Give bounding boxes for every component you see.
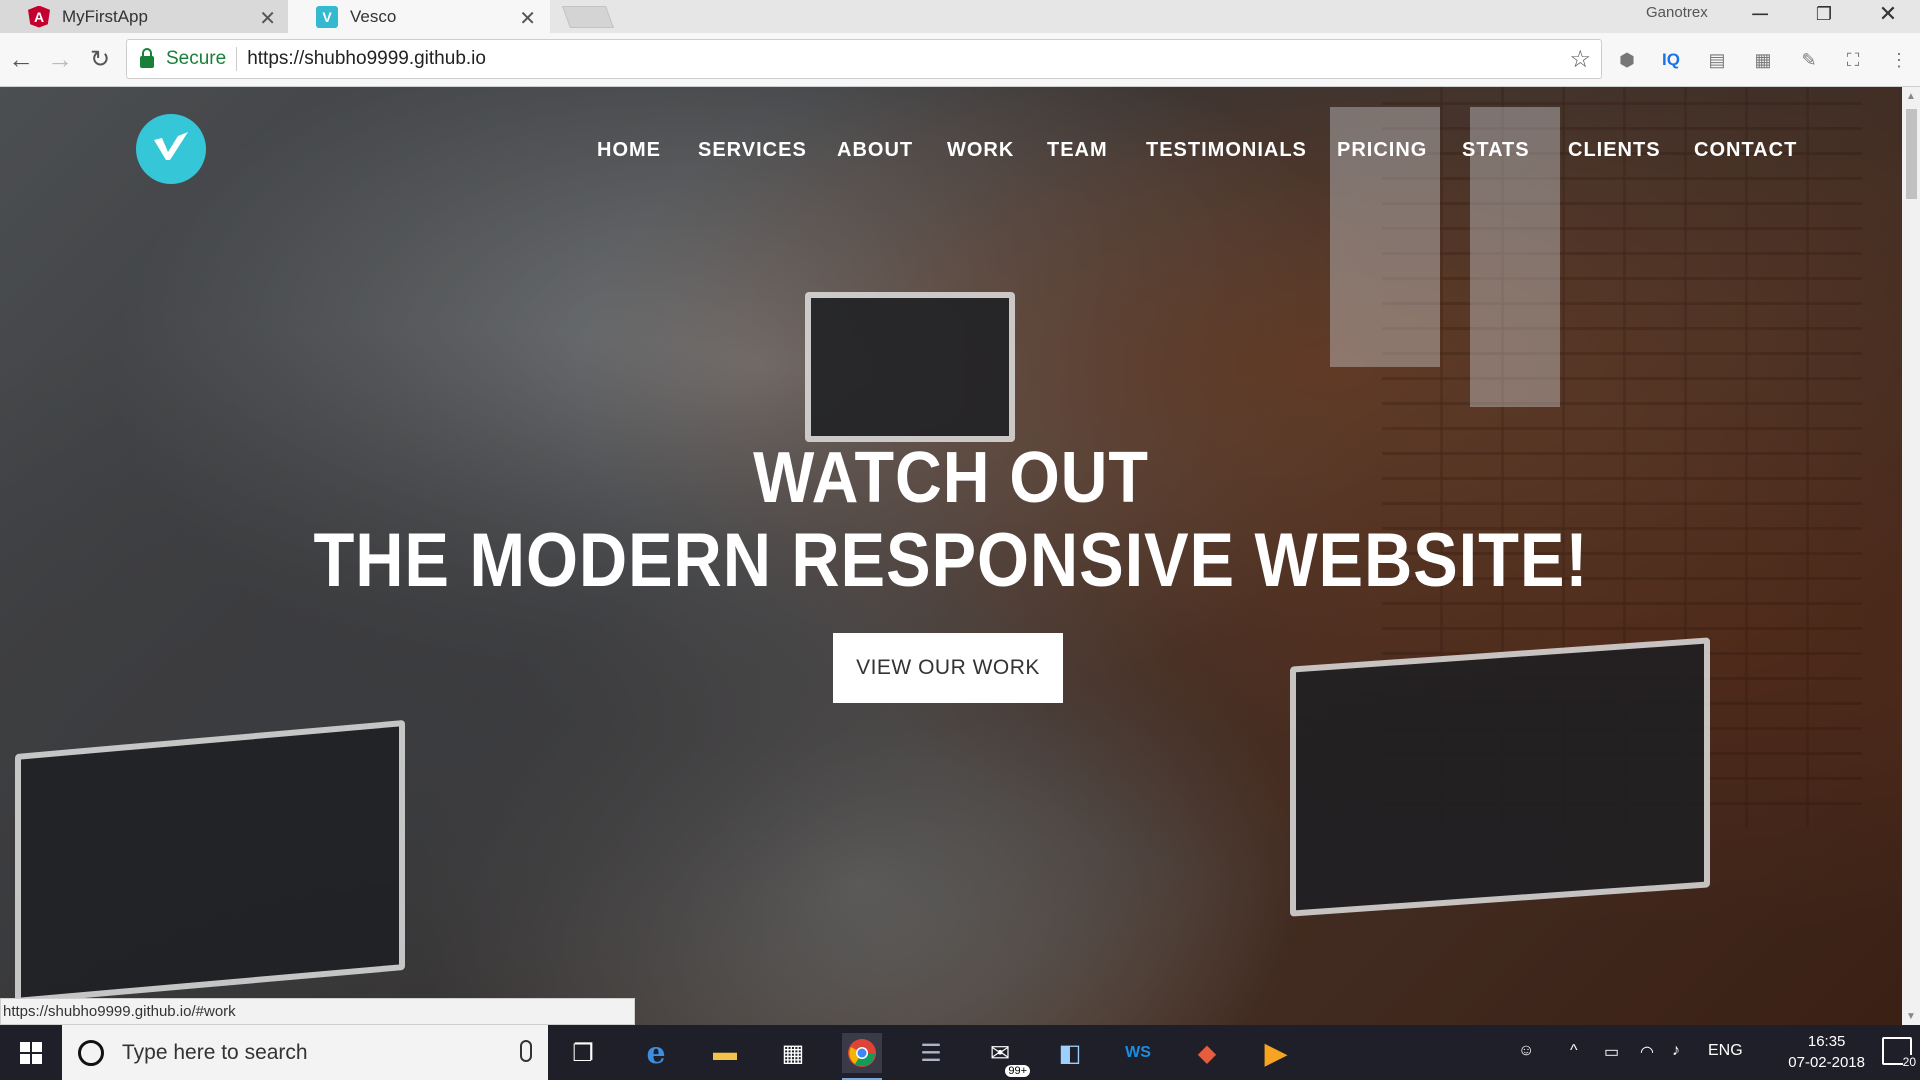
vesco-icon: V [316,5,338,28]
logo-mark-icon [154,132,188,160]
close-tab-icon[interactable]: ✕ [259,6,276,31]
tab-title: Vesco [350,6,397,26]
mail-badge: 99+ [1005,1065,1030,1077]
nav-clients[interactable]: CLIENTS [1568,139,1661,162]
screenshot-icon[interactable]: ⛶ [1840,47,1866,73]
windows-taskbar: Type here to search ❐ e ▬ ▦ ☰ ✉ 99+ ◧ WS… [0,1025,1920,1080]
tab-title: MyFirstApp [62,6,148,26]
action-center-icon[interactable]: 20 [1882,1037,1916,1069]
close-window-icon[interactable]: ✕ [1858,0,1918,28]
site-logo[interactable] [136,114,206,184]
reload-icon[interactable]: ↻ [85,44,115,74]
minimize-icon[interactable]: ─ [1730,0,1790,28]
mail-icon[interactable]: ✉ 99+ [980,1033,1030,1077]
notification-count: 20 [1902,1055,1916,1069]
extension-grid-icon[interactable]: ▦ [1750,47,1776,73]
battery-icon[interactable]: ▭ [1604,1042,1619,1062]
wifi-icon[interactable]: ◠ [1640,1042,1654,1062]
app-square-icon[interactable]: ◧ [1050,1033,1090,1073]
taskbar-search-box[interactable]: Type here to search [62,1025,548,1080]
taskbar-clock[interactable]: 16:35 07-02-2018 [1788,1031,1865,1073]
address-bar[interactable]: Secure https://shubho9999.github.io ☆ [126,39,1602,79]
nav-about[interactable]: ABOUT [837,139,913,162]
nav-home[interactable]: HOME [597,139,661,162]
hero-heading-line2: THE MODERN RESPONSIVE WEBSITE! [313,518,1589,603]
clock-time: 16:35 [1807,1033,1846,1050]
store-icon[interactable]: ▦ [773,1033,813,1073]
scroll-down-arrow-icon[interactable]: ▼ [1902,1007,1920,1025]
tab-myfirstapp[interactable]: A MyFirstApp ✕ [0,0,290,33]
page-viewport: HOME SERVICES ABOUT WORK TEAM TESTIMONIA… [0,87,1902,1025]
close-tab-icon[interactable]: ✕ [519,6,536,31]
eyedropper-icon[interactable]: ✎ [1796,47,1822,73]
browser-toolbar: ← → ↻ Secure https://shubho9999.github.i… [0,33,1920,87]
new-tab-button[interactable] [561,6,615,28]
tab-vesco[interactable]: V Vesco ✕ [288,0,550,33]
profile-name[interactable]: Ganotrex [1646,4,1708,21]
media-player-icon[interactable]: ▶ [1256,1033,1296,1073]
chrome-logo-icon [848,1039,876,1067]
cortana-icon [78,1039,104,1066]
background-monitor [15,719,405,1005]
windows-logo-icon [20,1041,42,1064]
restore-icon[interactable]: ❐ [1794,0,1854,28]
nav-testimonials[interactable]: TESTIMONIALS [1146,139,1307,162]
background-monitor [805,292,1015,442]
nav-services[interactable]: SERVICES [698,139,807,162]
git-icon[interactable]: ◆ [1187,1033,1227,1073]
link-status-bar: https://shubho9999.github.io/#work [0,998,635,1025]
browser-tab-strip: A MyFirstApp ✕ V Vesco ✕ Ganotrex ─ ❐ ✕ [0,0,1920,33]
nav-stats[interactable]: STATS [1462,139,1530,162]
task-view-icon[interactable]: ❐ [563,1033,603,1073]
clock-date: 07-02-2018 [1788,1054,1865,1071]
url-text: https://shubho9999.github.io [247,48,486,69]
app-disk-icon[interactable]: ☰ [911,1033,951,1073]
extension-pdf-icon[interactable]: ▤ [1704,47,1730,73]
secure-label: Secure [166,48,227,69]
lock-icon [140,48,154,68]
page-scrollbar[interactable]: ▲ ▼ [1902,87,1920,1025]
webstorm-icon[interactable]: WS [1118,1033,1158,1073]
bookmark-star-icon[interactable]: ☆ [1569,45,1591,74]
menu-kebab-icon[interactable]: ⋮ [1886,47,1912,73]
extension-shield-icon[interactable]: ⬢ [1614,47,1640,73]
nav-team[interactable]: TEAM [1047,139,1108,162]
angular-icon: A [28,5,50,28]
back-icon[interactable]: ← [6,44,36,74]
people-icon[interactable]: ☺ [1518,1042,1534,1060]
hero-heading-line1: WATCH OUT [753,438,1149,518]
search-placeholder: Type here to search [122,1040,308,1064]
background-monitor [1290,637,1710,917]
file-explorer-icon[interactable]: ▬ [705,1033,745,1073]
nav-contact[interactable]: CONTACT [1694,139,1797,162]
forward-icon[interactable]: → [45,44,75,74]
volume-icon[interactable]: ♪ [1672,1042,1680,1060]
scroll-thumb[interactable] [1906,109,1917,199]
view-our-work-button[interactable]: VIEW OUR WORK [833,633,1063,703]
tray-expand-icon[interactable]: ^ [1570,1042,1578,1060]
nav-work[interactable]: WORK [947,139,1014,162]
nav-pricing[interactable]: PRICING [1337,139,1427,162]
start-button[interactable] [0,1025,62,1080]
extension-iq-icon[interactable]: IQ [1658,47,1684,73]
microphone-icon[interactable] [520,1040,532,1062]
divider [236,47,238,71]
language-indicator[interactable]: ENG [1708,1042,1743,1060]
chrome-icon[interactable] [842,1033,882,1080]
scroll-up-arrow-icon[interactable]: ▲ [1902,87,1920,105]
edge-browser-icon[interactable]: e [636,1033,676,1073]
